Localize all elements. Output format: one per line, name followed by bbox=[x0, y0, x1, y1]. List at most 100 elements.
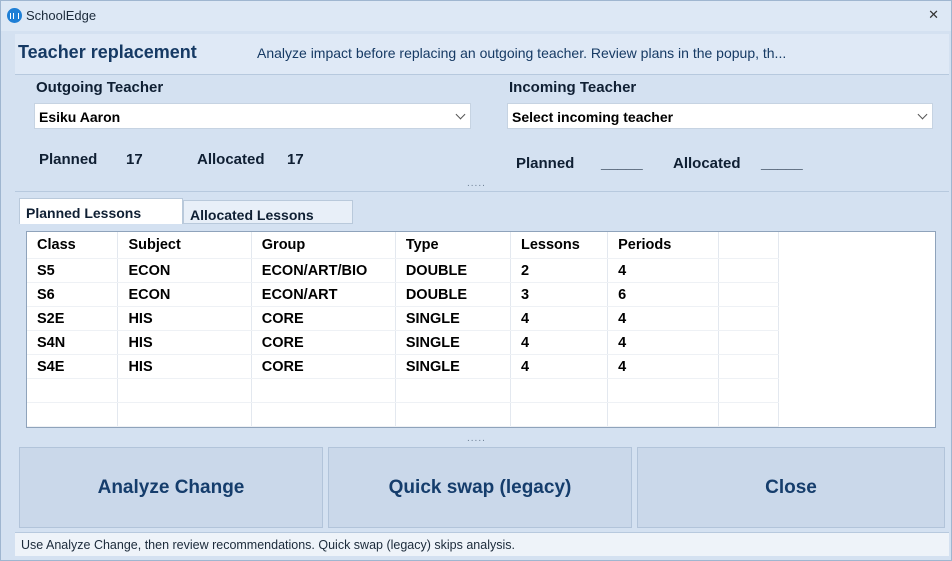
incoming-allocated-label: Allocated bbox=[673, 155, 741, 172]
table-cell: HIS bbox=[117, 330, 252, 355]
table-header-row: Class Subject Group Type Lessons Periods bbox=[27, 232, 779, 259]
table-cell: ECON bbox=[117, 258, 252, 283]
table-cell: S4E bbox=[27, 354, 119, 379]
table-cell: DOUBLE bbox=[395, 258, 511, 283]
chevron-down-icon bbox=[917, 109, 928, 120]
table-cell bbox=[718, 282, 779, 307]
table-cell bbox=[27, 378, 119, 403]
table-cell: 4 bbox=[607, 306, 720, 331]
table-cell: S5 bbox=[27, 258, 119, 283]
table-cell: SINGLE bbox=[395, 330, 511, 355]
table-cell bbox=[510, 402, 609, 427]
table-cell: HIS bbox=[117, 354, 252, 379]
table-cell: SINGLE bbox=[395, 354, 511, 379]
table-cell bbox=[251, 378, 396, 403]
outgoing-allocated-label: Allocated bbox=[197, 151, 265, 168]
column-header-type[interactable]: Type bbox=[395, 232, 511, 259]
table-cell: SINGLE bbox=[395, 306, 511, 331]
table-cell bbox=[718, 306, 779, 331]
table-cell bbox=[607, 378, 720, 403]
incoming-planned-label: Planned bbox=[516, 155, 575, 172]
window-title: SchoolEdge bbox=[26, 8, 97, 23]
table-cell bbox=[718, 354, 779, 379]
outgoing-planned-label: Planned bbox=[39, 151, 98, 168]
status-bar: Use Analyze Change, then review recommen… bbox=[15, 532, 949, 556]
table-cell bbox=[251, 402, 396, 427]
outgoing-allocated-value: 17 bbox=[287, 151, 304, 168]
table-cell bbox=[718, 402, 779, 427]
column-header-lessons[interactable]: Lessons bbox=[510, 232, 609, 259]
table-row[interactable] bbox=[27, 402, 779, 427]
close-button[interactable]: Close bbox=[637, 447, 945, 528]
table-cell: 3 bbox=[510, 282, 609, 307]
lessons-grid: Class Subject Group Type Lessons Periods… bbox=[27, 232, 779, 427]
lessons-panel: Planned Lessons Allocated Lessons Class … bbox=[15, 191, 949, 432]
table-cell: CORE bbox=[251, 306, 396, 331]
incoming-teacher-label: Incoming Teacher bbox=[509, 79, 637, 96]
outgoing-teacher-value: Esiku Aaron bbox=[39, 109, 121, 125]
table-cell bbox=[117, 402, 252, 427]
outgoing-teacher-select[interactable]: Esiku Aaron bbox=[34, 103, 471, 129]
table-row[interactable]: S4E HIS CORE SINGLE 4 4 bbox=[27, 354, 779, 379]
table-cell bbox=[718, 258, 779, 283]
column-header-class[interactable]: Class bbox=[27, 232, 119, 259]
top-splitter[interactable]: ..... bbox=[467, 178, 486, 189]
page-header: Teacher replacement Analyze impact befor… bbox=[15, 34, 949, 75]
table-cell: DOUBLE bbox=[395, 282, 511, 307]
replacement-window: SchoolEdge ✕ Teacher replacement Analyze… bbox=[0, 0, 952, 561]
lessons-table: Class Subject Group Type Lessons Periods… bbox=[26, 231, 936, 428]
table-cell: 4 bbox=[607, 258, 720, 283]
tab-allocated-lessons[interactable]: Allocated Lessons bbox=[183, 200, 353, 224]
column-header-group[interactable]: Group bbox=[251, 232, 396, 259]
page-title: Teacher replacement bbox=[18, 42, 197, 62]
table-cell: 4 bbox=[510, 330, 609, 355]
table-row[interactable]: S2E HIS CORE SINGLE 4 4 bbox=[27, 306, 779, 331]
incoming-allocated-value: _____ bbox=[761, 155, 803, 172]
table-cell bbox=[718, 330, 779, 355]
incoming-teacher-value: Select incoming teacher bbox=[512, 109, 674, 125]
analyze-change-button[interactable]: Analyze Change bbox=[19, 447, 323, 528]
table-row[interactable]: S5 ECON ECON/ART/BIO DOUBLE 2 4 bbox=[27, 258, 779, 283]
table-cell: 2 bbox=[510, 258, 609, 283]
table-cell bbox=[718, 378, 779, 403]
table-cell: CORE bbox=[251, 330, 396, 355]
table-cell bbox=[117, 378, 252, 403]
table-cell bbox=[607, 402, 720, 427]
table-row[interactable] bbox=[27, 378, 779, 403]
table-cell: 4 bbox=[510, 354, 609, 379]
book-icon bbox=[7, 8, 22, 23]
table-cell: S4N bbox=[27, 330, 119, 355]
incoming-teacher-select[interactable]: Select incoming teacher bbox=[507, 103, 933, 129]
table-cell: 4 bbox=[607, 330, 720, 355]
table-cell: HIS bbox=[117, 306, 252, 331]
table-cell: S6 bbox=[27, 282, 119, 307]
table-cell: CORE bbox=[251, 354, 396, 379]
column-header-periods[interactable]: Periods bbox=[607, 232, 720, 259]
title-bar: SchoolEdge ✕ bbox=[1, 1, 951, 31]
incoming-planned-value: _____ bbox=[601, 155, 643, 172]
table-cell bbox=[27, 402, 119, 427]
outgoing-planned-value: 17 bbox=[126, 151, 143, 168]
quick-swap-button[interactable]: Quick swap (legacy) bbox=[328, 447, 632, 528]
table-row[interactable]: S6 ECON ECON/ART DOUBLE 3 6 bbox=[27, 282, 779, 307]
table-body: S5 ECON ECON/ART/BIO DOUBLE 2 4 S6 ECON ECON/ART… bbox=[27, 258, 779, 427]
table-cell bbox=[510, 378, 609, 403]
table-cell: S2E bbox=[27, 306, 119, 331]
action-buttons: Analyze Change Quick swap (legacy) Close bbox=[15, 442, 949, 530]
table-row[interactable]: S4N HIS CORE SINGLE 4 4 bbox=[27, 330, 779, 355]
table-cell: 6 bbox=[607, 282, 720, 307]
table-cell: 4 bbox=[510, 306, 609, 331]
table-cell: ECON bbox=[117, 282, 252, 307]
column-header-extra bbox=[718, 232, 779, 259]
table-cell: 4 bbox=[607, 354, 720, 379]
outgoing-teacher-label: Outgoing Teacher bbox=[36, 79, 164, 96]
table-cell bbox=[395, 402, 511, 427]
table-cell bbox=[395, 378, 511, 403]
table-cell: ECON/ART/BIO bbox=[251, 258, 396, 283]
column-header-subject[interactable]: Subject bbox=[117, 232, 252, 259]
tab-planned-lessons[interactable]: Planned Lessons bbox=[19, 198, 183, 224]
close-icon[interactable]: ✕ bbox=[928, 7, 939, 23]
table-cell: ECON/ART bbox=[251, 282, 396, 307]
page-description: Analyze impact before replacing an outgo… bbox=[257, 45, 787, 61]
chevron-down-icon bbox=[455, 109, 466, 120]
